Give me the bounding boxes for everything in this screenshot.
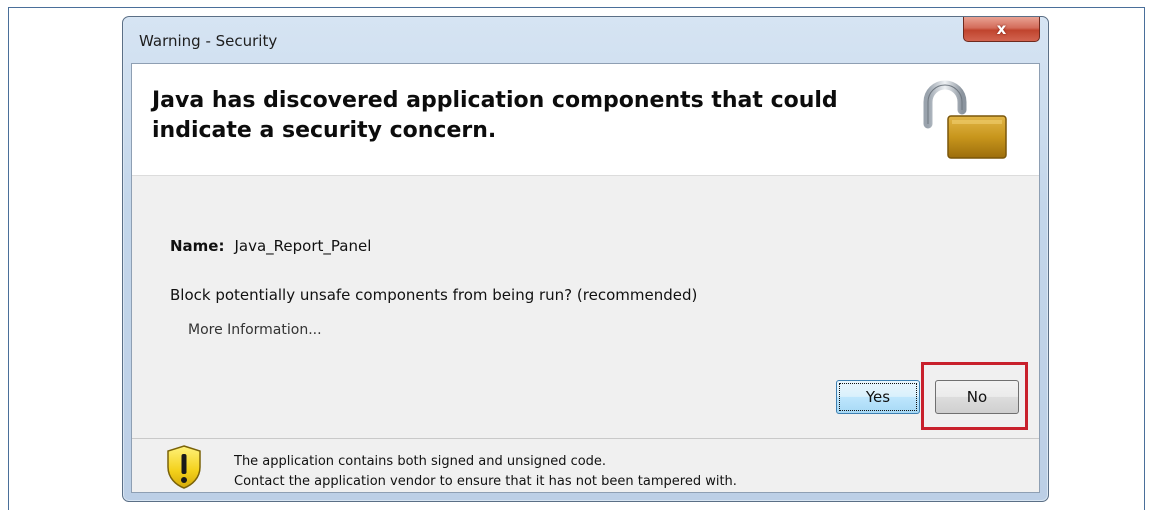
no-button-highlight [921,362,1028,430]
window-title: Warning - Security [139,32,278,50]
close-button[interactable]: x [963,17,1040,42]
security-warning-dialog: Warning - Security x Java has discovered… [122,16,1049,502]
title-bar[interactable]: Warning - Security x [123,17,1048,61]
warning-shield-icon [167,445,201,489]
unlocked-padlock-icon [923,80,1007,159]
more-information-link[interactable]: More Information... [188,322,322,338]
close-icon: x [996,20,1007,38]
yes-button[interactable]: Yes [836,380,920,414]
name-value: Java_Report_Panel [234,237,372,255]
dialog-body: Java has discovered application componen… [131,63,1040,493]
name-label: Name: [170,237,225,255]
headline-message: Java has discovered application componen… [152,88,838,143]
footer-message-line-1: The application contains both signed and… [234,454,607,469]
footer-message-line-2: Contact the application vendor to ensure… [234,474,737,489]
header-pane: Java has discovered application componen… [132,64,1039,176]
block-question: Block potentially unsafe components from… [170,286,698,304]
component-name-row: Name: Java_Report_Panel [170,237,371,255]
